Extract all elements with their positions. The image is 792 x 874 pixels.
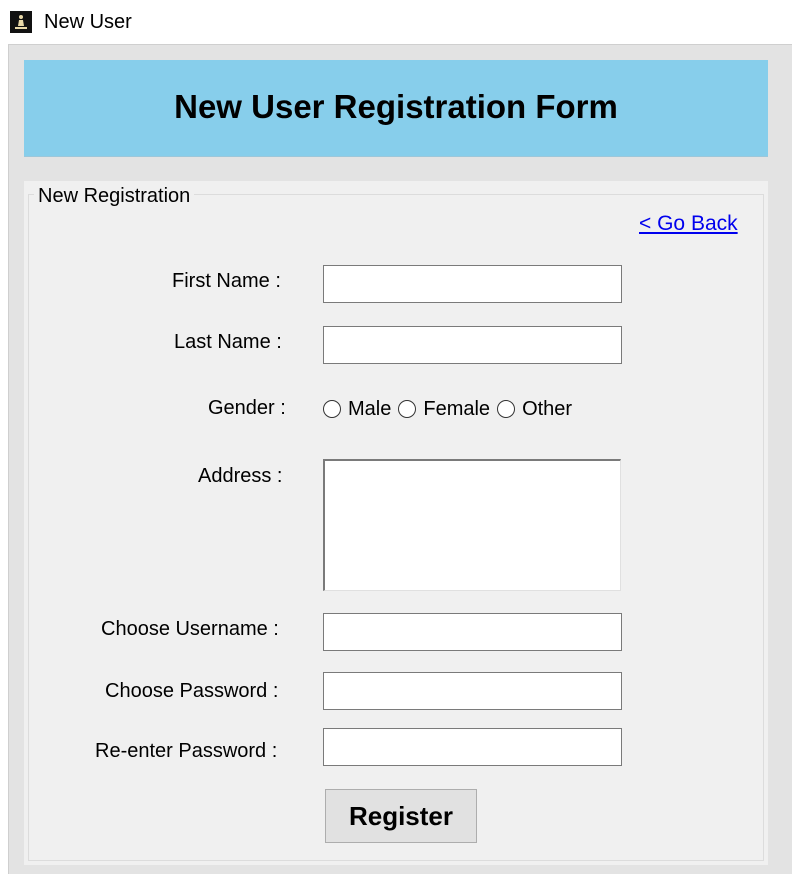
gender-option-label: Other	[522, 397, 573, 420]
reenter-password-input[interactable]	[323, 728, 622, 766]
password-label: Choose Password :	[105, 680, 279, 702]
new-registration-group: New Registration < Go Back First Name : …	[24, 181, 768, 865]
register-button[interactable]: Register	[325, 789, 477, 843]
last-name-input[interactable]	[323, 326, 622, 364]
reenter-password-label: Re-enter Password :	[95, 740, 278, 762]
gender-option-label: Male	[348, 397, 392, 420]
radio-circle-icon[interactable]	[323, 400, 341, 418]
app-icon	[10, 11, 32, 33]
gender-radio-group: Male Female Other	[323, 395, 579, 423]
form-window: New User Registration Form New Registrat…	[8, 44, 792, 874]
radio-circle-icon[interactable]	[398, 400, 417, 418]
address-textarea[interactable]	[323, 459, 621, 591]
title-bar: New User	[0, 0, 792, 44]
gender-option-male[interactable]: Male	[323, 398, 398, 421]
gender-option-other[interactable]: Other	[497, 398, 579, 421]
gender-label: Gender :	[208, 397, 286, 419]
form-title: New User Registration Form	[174, 88, 618, 125]
first-name-input[interactable]	[323, 265, 622, 303]
go-back-link[interactable]: < Go Back	[639, 212, 738, 236]
address-label: Address :	[198, 465, 283, 487]
header-banner: New User Registration Form	[24, 60, 768, 157]
gender-option-label: Female	[423, 397, 491, 420]
username-input[interactable]	[323, 613, 622, 651]
password-input[interactable]	[323, 672, 622, 710]
username-label: Choose Username :	[101, 618, 279, 640]
gender-option-female[interactable]: Female	[398, 398, 497, 421]
first-name-label: First Name :	[172, 270, 281, 292]
last-name-label: Last Name :	[174, 331, 282, 353]
radio-circle-icon[interactable]	[497, 400, 516, 418]
window-title: New User	[44, 11, 132, 33]
group-legend: New Registration	[34, 184, 195, 208]
